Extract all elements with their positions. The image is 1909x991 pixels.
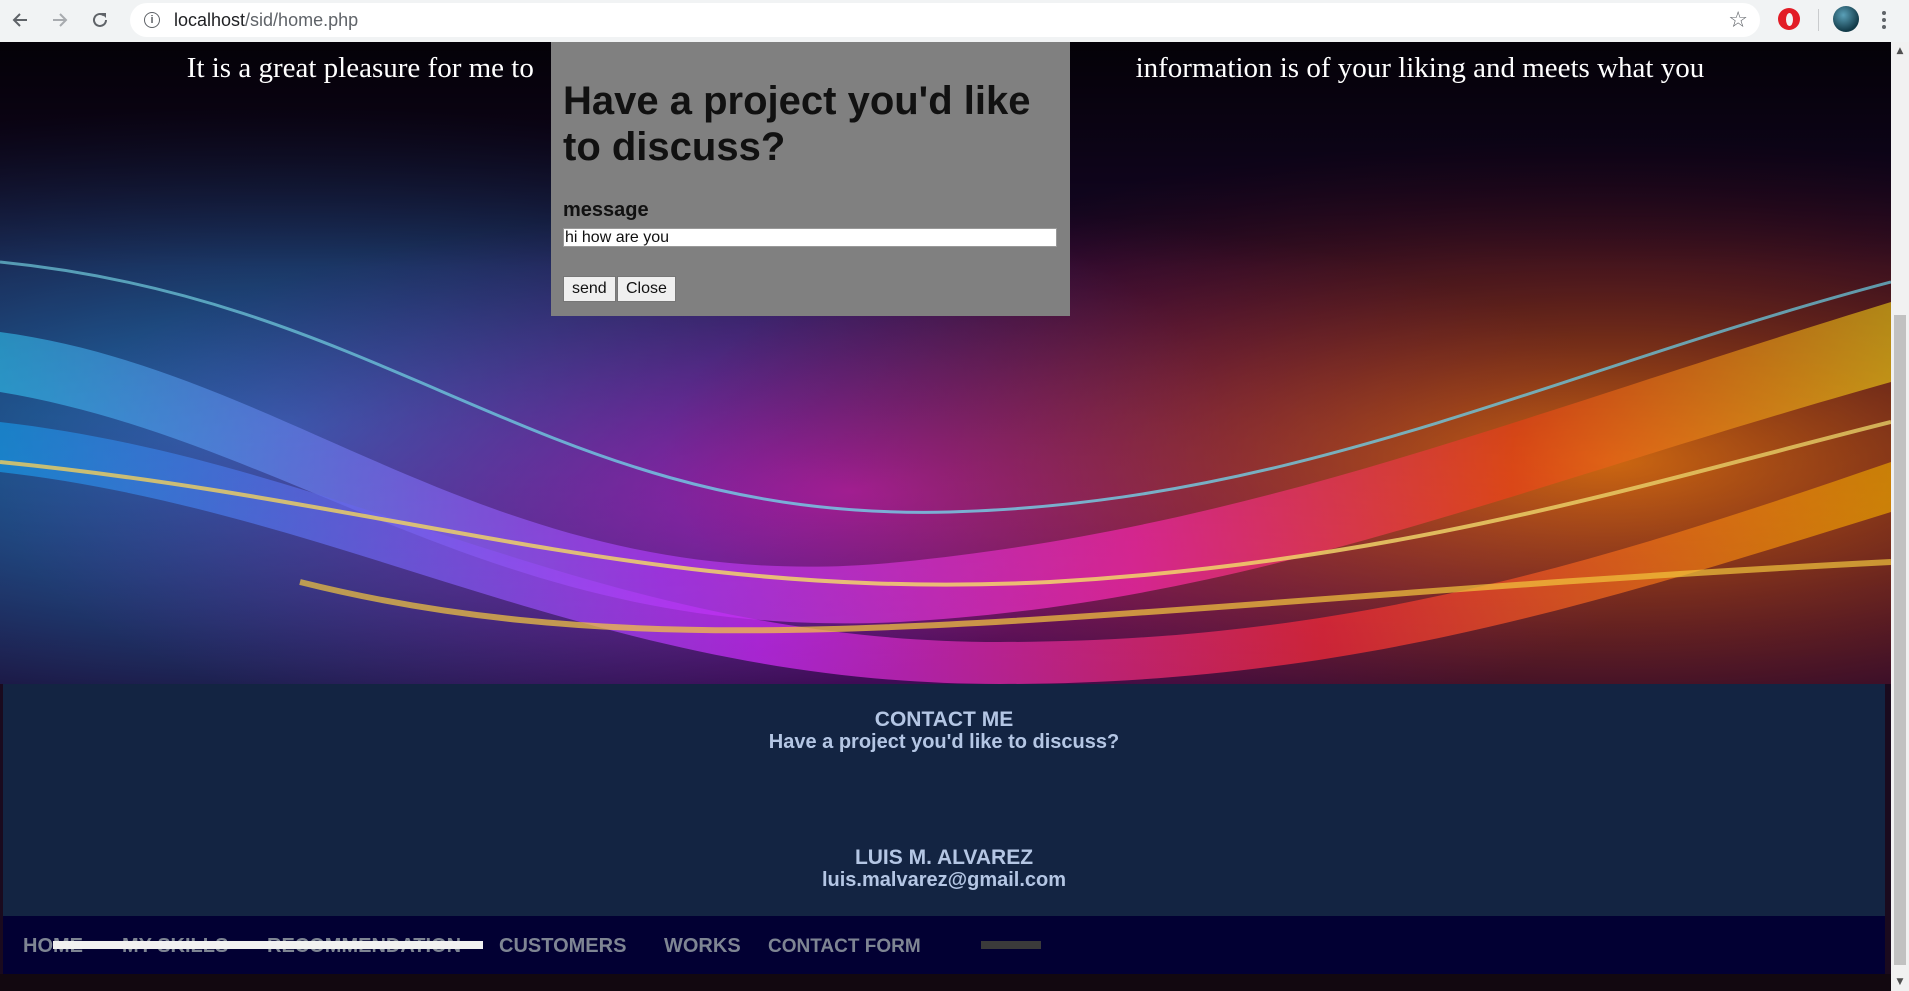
contact-subheading: Have a project you'd like to discuss?: [768, 731, 1120, 753]
browser-toolbar: i localhost/sid/home.php ☆: [0, 0, 1909, 43]
vertical-scrollbar-thumb[interactable]: [1894, 315, 1906, 965]
back-arrow-icon[interactable]: [6, 6, 34, 34]
nav-item-works[interactable]: WORKS: [664, 935, 741, 958]
info-icon[interactable]: i: [144, 12, 160, 28]
message-label: message: [563, 199, 649, 221]
opera-extension-icon[interactable]: [1778, 8, 1800, 30]
nav-item-customers[interactable]: CUSTOMERS: [499, 935, 626, 958]
url-host: localhost: [174, 9, 246, 30]
contact-modal: Have a project you'd like to discuss? me…: [551, 42, 1070, 316]
forward-arrow-icon[interactable]: [46, 6, 74, 34]
modal-title: Have a project you'd like to discuss?: [563, 79, 1031, 169]
profile-avatar[interactable]: [1833, 6, 1859, 32]
scroll-down-arrow-icon[interactable]: ▼: [1891, 973, 1909, 991]
address-bar[interactable]: i localhost/sid/home.php ☆: [130, 3, 1760, 37]
vertical-scrollbar[interactable]: ▲ ▼: [1891, 42, 1909, 991]
contact-heading: CONTACT ME: [874, 708, 1014, 731]
send-button[interactable]: send: [563, 276, 616, 302]
reload-icon[interactable]: [86, 6, 114, 34]
contact-email[interactable]: luis.malvarez@gmail.com: [3, 869, 1885, 892]
toolbar-separator: [1818, 9, 1819, 31]
nav-item-contact-form[interactable]: CONTACT FORM: [768, 936, 921, 958]
horizontal-scrollbar-thumb[interactable]: [53, 941, 483, 949]
contact-name: LUIS M. ALVAREZ: [854, 846, 1034, 869]
scroll-up-arrow-icon[interactable]: ▲: [1891, 42, 1909, 60]
url-text: localhost/sid/home.php: [174, 10, 358, 31]
url-path: /sid/home.php: [245, 9, 359, 30]
bookmark-star-icon[interactable]: ☆: [1728, 8, 1748, 33]
horizontal-scrollbar-marker: [981, 941, 1041, 949]
message-input[interactable]: hi how are you: [563, 228, 1057, 247]
close-button[interactable]: Close: [617, 276, 676, 302]
menu-dots-icon[interactable]: [1878, 6, 1890, 34]
page-bottom-strip: [0, 974, 1891, 991]
contact-section: CONTACT ME Have a project you'd like to …: [3, 684, 1885, 916]
